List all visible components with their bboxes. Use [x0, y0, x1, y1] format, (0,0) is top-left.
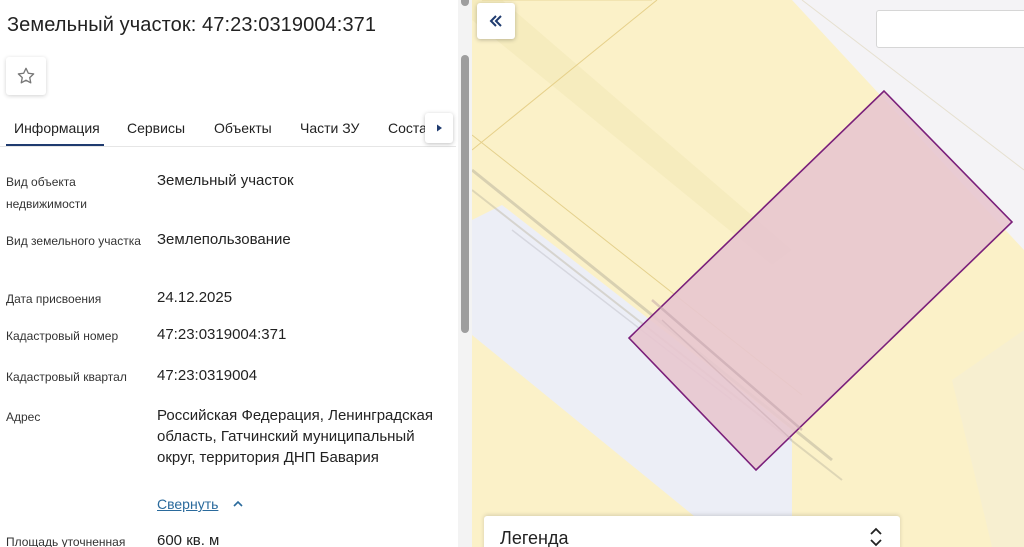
tab-services[interactable]: Сервисы	[127, 120, 185, 136]
legend-label: Легенда	[500, 528, 569, 547]
map-canvas[interactable]	[472, 0, 1024, 547]
value-object-type: Земельный участок	[157, 172, 294, 189]
value-cadastral-quarter[interactable]: 47:23:0319004	[157, 365, 457, 386]
collapse-panel-button[interactable]	[477, 3, 515, 39]
tab-information[interactable]: Информация	[14, 120, 100, 136]
tab-objects[interactable]: Объекты	[214, 120, 272, 136]
star-icon	[17, 67, 35, 84]
map-view[interactable]	[472, 0, 1024, 547]
panel-scrollbar-thumb[interactable]	[461, 55, 469, 333]
tabs-scroll-right-button[interactable]	[425, 113, 453, 143]
legend-panel[interactable]: Легенда	[484, 516, 900, 547]
favorite-button[interactable]	[6, 57, 46, 95]
tab-parts[interactable]: Части ЗУ	[300, 120, 359, 136]
value-land-type: Землепользование	[157, 231, 291, 248]
label-object-type: Вид объекта недвижимости	[6, 175, 87, 211]
value-cadastral-number[interactable]: 47:23:0319004:371	[157, 324, 457, 345]
label-area: Площадь уточненная	[6, 535, 126, 547]
tab-composition[interactable]: Соста	[388, 120, 427, 136]
label-land-type: Вид земельного участка	[6, 234, 141, 248]
double-chevron-left-icon	[489, 15, 502, 27]
page-title: Земельный участок: 47:23:0319004:371	[7, 14, 377, 36]
label-cadastral-quarter: Кадастровый квартал	[6, 370, 127, 384]
triangle-right-icon	[437, 124, 442, 132]
value-address: Российская Федерация, Ленинградская обла…	[157, 407, 433, 466]
label-address: Адрес	[6, 410, 41, 424]
collapse-address-link[interactable]: Свернуть	[157, 496, 244, 512]
tabs-divider	[0, 146, 456, 147]
tab-bar: Информация Сервисы Объекты Части ЗУ Сост…	[0, 106, 456, 146]
expand-collapse-icon[interactable]	[868, 526, 884, 547]
value-area: 600 кв. м	[157, 532, 220, 547]
map-search-input[interactable]	[876, 10, 1024, 48]
info-panel: Земельный участок: 47:23:0319004:371 Инф…	[0, 0, 472, 547]
collapse-link-label: Свернуть	[157, 496, 219, 512]
value-assign-date: 24.12.2025	[157, 289, 233, 306]
label-assign-date: Дата присвоения	[6, 292, 102, 306]
chevron-up-icon	[233, 500, 243, 507]
label-cadastral-number: Кадастровый номер	[6, 329, 119, 343]
